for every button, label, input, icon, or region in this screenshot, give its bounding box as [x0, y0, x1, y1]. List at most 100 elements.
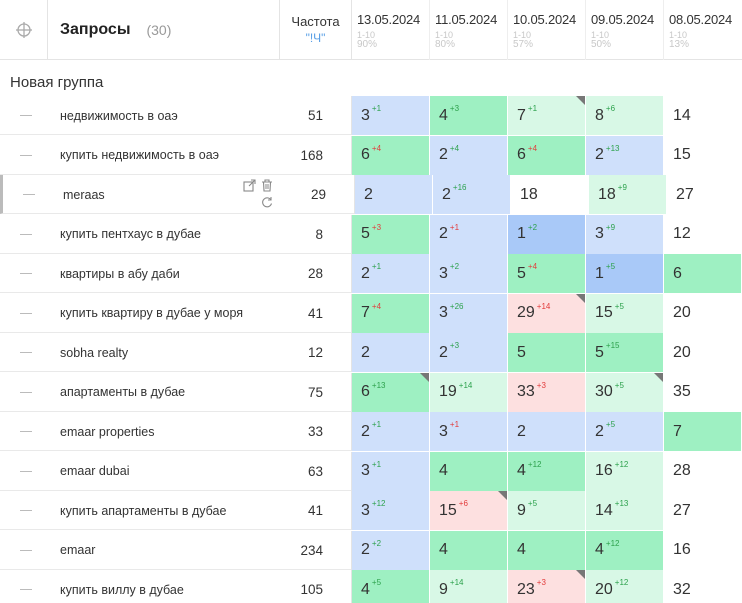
position-cell[interactable]: 2 +3: [430, 333, 508, 372]
position-cell[interactable]: 20: [664, 333, 742, 372]
query-keyword[interactable]: апартаменты в дубае: [60, 373, 270, 412]
position-cell[interactable]: 30 +5: [586, 372, 664, 412]
position-cell[interactable]: 6 +4: [352, 135, 430, 175]
query-keyword[interactable]: meraas: [63, 175, 273, 214]
table-row[interactable]: купить виллу в дубае 105 4 +5 9 +14 23 +3 20 +12 3…: [0, 570, 742, 603]
position-cell[interactable]: 15: [664, 135, 742, 175]
position-cell[interactable]: 28: [664, 451, 742, 491]
date-column-header[interactable]: 08.05.2024 1-10 13%: [664, 0, 742, 60]
position-cell[interactable]: 2 +1: [430, 214, 508, 254]
position-cell[interactable]: 32: [664, 570, 742, 603]
date-column-header[interactable]: 10.05.2024 1-10 57%: [508, 0, 586, 60]
date-column-header[interactable]: 11.05.2024 1-10 80%: [430, 0, 508, 60]
position-cell[interactable]: 4 +12: [586, 530, 664, 570]
table-row[interactable]: купить недвижимость в оаэ 168 6 +4 2 +4 6 +4 2 +1…: [0, 135, 742, 175]
position-cell[interactable]: 4: [430, 530, 508, 570]
position-cell[interactable]: 9 +14: [430, 570, 508, 603]
row-toggle-dash[interactable]: [20, 549, 32, 551]
position-cell[interactable]: 3 +26: [430, 293, 508, 333]
position-cell[interactable]: 16 +12: [586, 451, 664, 491]
position-cell[interactable]: 27: [667, 175, 742, 214]
query-keyword[interactable]: купить виллу в дубае: [60, 570, 270, 603]
position-cell[interactable]: 2 +1: [352, 254, 430, 293]
query-keyword[interactable]: купить пентхаус в дубае: [60, 215, 270, 254]
position-cell[interactable]: 4: [430, 451, 508, 491]
frequency-sub-label[interactable]: "!Ч": [280, 31, 351, 45]
target-icon[interactable]: [0, 0, 48, 60]
row-toggle-dash[interactable]: [20, 233, 32, 235]
row-toggle-dash[interactable]: [20, 589, 32, 590]
position-cell[interactable]: 7 +1: [508, 96, 586, 135]
refresh-icon[interactable]: [261, 196, 273, 208]
position-cell[interactable]: 5 +15: [586, 333, 664, 372]
query-keyword[interactable]: купить квартиру в дубае у моря: [60, 294, 270, 333]
position-cell[interactable]: 2 +2: [352, 530, 430, 570]
table-row[interactable]: недвижимость в оаэ 51 3 +1 4 +3 7 +1 8 +6 14: [0, 96, 742, 135]
position-cell[interactable]: 19 +14: [430, 372, 508, 412]
row-toggle-dash[interactable]: [20, 273, 32, 274]
position-cell[interactable]: 6: [664, 254, 742, 293]
table-row[interactable]: апартаменты в дубае 75 6 +13 19 +14 33 +3 30 +5 35: [0, 372, 742, 412]
position-cell[interactable]: 2 +5: [586, 412, 664, 451]
position-cell[interactable]: 4 +12: [508, 451, 586, 491]
position-cell[interactable]: 18 +9: [589, 175, 667, 214]
position-cell[interactable]: 9 +5: [508, 491, 586, 530]
table-row[interactable]: sobha realty 12 2 2 +3 5 5 +15 20: [0, 333, 742, 372]
row-toggle-dash[interactable]: [20, 154, 32, 156]
trash-icon[interactable]: [261, 179, 273, 192]
table-row[interactable]: emaar 234 2 +2 4 4 4 +12 16: [0, 530, 742, 570]
row-toggle-dash[interactable]: [20, 470, 32, 472]
query-keyword[interactable]: купить недвижимость в оаэ: [60, 136, 270, 175]
row-toggle-dash[interactable]: [20, 510, 32, 511]
table-row[interactable]: купить апартаменты в дубае 41 3 +12 15 +6 9 +5 1…: [0, 491, 742, 530]
position-cell[interactable]: 3 +1: [430, 412, 508, 451]
query-keyword[interactable]: emaar: [60, 531, 270, 570]
query-keyword[interactable]: недвижимость в оаэ: [60, 96, 270, 135]
table-row[interactable]: квартиры в абу даби 28 2 +1 3 +2 5 +4 1 +5 6: [0, 254, 742, 293]
table-row[interactable]: купить пентхаус в дубае 8 5 +3 2 +1 1 +2 3 +9 12: [0, 214, 742, 254]
table-row[interactable]: emaar dubai 63 3 +1 4 4 +12 16 +12 28: [0, 451, 742, 491]
table-row[interactable]: emaar properties 33 2 +1 3 +1 2 2 +5 7: [0, 412, 742, 451]
position-cell[interactable]: 20: [664, 293, 742, 333]
position-cell[interactable]: 4: [508, 530, 586, 570]
position-cell[interactable]: 3 +9: [586, 214, 664, 254]
table-row[interactable]: meraas 29 2 2 +16 18 18 +9 27: [0, 175, 742, 214]
position-cell[interactable]: 8 +6: [586, 96, 664, 135]
position-cell[interactable]: 29 +14: [508, 293, 586, 333]
row-toggle-dash[interactable]: [20, 115, 32, 116]
position-cell[interactable]: 6 +4: [508, 135, 586, 175]
position-cell[interactable]: 6 +13: [352, 372, 430, 412]
position-cell[interactable]: 1 +5: [586, 254, 664, 293]
position-cell[interactable]: 4 +3: [430, 96, 508, 135]
frequency-header[interactable]: Частота "!Ч": [280, 0, 352, 60]
row-toggle-dash[interactable]: [20, 391, 32, 393]
position-cell[interactable]: 2: [355, 175, 433, 214]
query-keyword[interactable]: купить апартаменты в дубае: [60, 491, 270, 530]
position-cell[interactable]: 2 +16: [433, 175, 511, 214]
position-cell[interactable]: 5 +3: [352, 214, 430, 254]
table-row[interactable]: купить квартиру в дубае у моря 41 7 +4 3 +26 2…: [0, 293, 742, 333]
position-cell[interactable]: 2 +1: [352, 412, 430, 451]
position-cell[interactable]: 23 +3: [508, 570, 586, 603]
group-title[interactable]: Новая группа: [10, 74, 103, 91]
row-toggle-dash[interactable]: [20, 312, 32, 314]
query-keyword[interactable]: sobha realty: [60, 333, 270, 372]
position-cell[interactable]: 14: [664, 96, 742, 135]
query-keyword[interactable]: emaar dubai: [60, 452, 270, 491]
row-toggle-dash[interactable]: [23, 194, 35, 195]
date-column-header[interactable]: 09.05.2024 1-10 50%: [586, 0, 664, 60]
date-column-header[interactable]: 13.05.2024 1-10 90%: [352, 0, 430, 60]
position-cell[interactable]: 2: [508, 412, 586, 451]
position-cell[interactable]: 5: [508, 333, 586, 372]
position-cell[interactable]: 20 +12: [586, 570, 664, 603]
position-cell[interactable]: 12: [664, 214, 742, 254]
external-link-icon[interactable]: [243, 179, 256, 192]
row-toggle-dash[interactable]: [20, 431, 32, 432]
position-cell[interactable]: 15 +5: [586, 293, 664, 333]
query-keyword[interactable]: emaar properties: [60, 412, 270, 451]
position-cell[interactable]: 3 +12: [352, 491, 430, 530]
position-cell[interactable]: 33 +3: [508, 372, 586, 412]
row-toggle-dash[interactable]: [20, 352, 32, 353]
position-cell[interactable]: 16: [664, 530, 742, 570]
position-cell[interactable]: 3 +1: [352, 451, 430, 491]
